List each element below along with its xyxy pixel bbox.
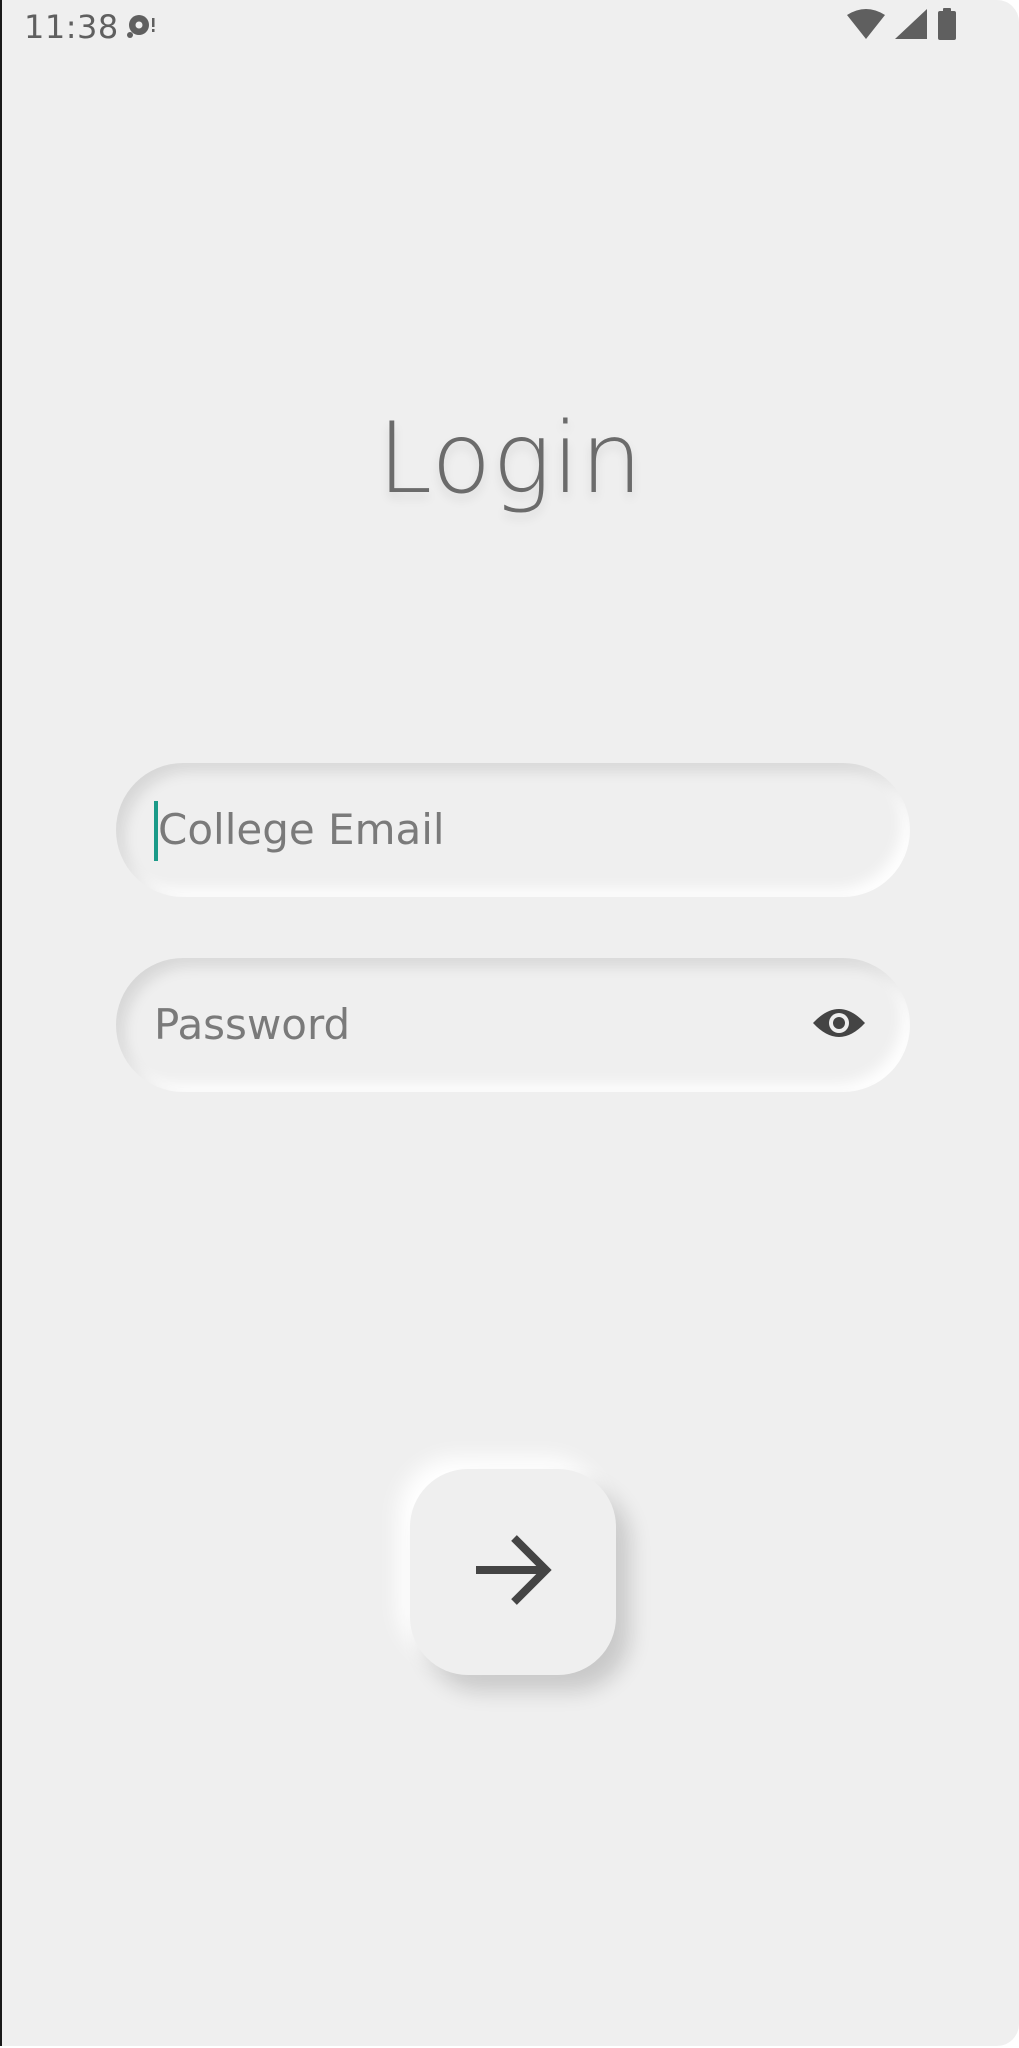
status-bar: 11:38 (2, 0, 1019, 54)
page-title: Login (377, 402, 644, 516)
eye-icon (811, 1004, 867, 1047)
toggle-password-visibility-button[interactable] (810, 998, 868, 1052)
wifi-icon (847, 8, 885, 44)
status-icons (847, 7, 957, 45)
email-field[interactable]: College Email (116, 763, 910, 897)
app-screen: 11:38 Login College Email Password (0, 0, 1019, 2046)
status-time: 11:38 (24, 8, 119, 46)
battery-icon (937, 7, 957, 45)
password-field[interactable]: Password (116, 958, 910, 1092)
cellular-signal-icon (895, 8, 927, 44)
email-placeholder: College Email (158, 805, 445, 854)
password-placeholder: Password (154, 1000, 351, 1049)
arrow-right-icon (470, 1527, 556, 1618)
media-notification-icon (126, 12, 158, 40)
login-submit-button[interactable] (410, 1469, 616, 1675)
